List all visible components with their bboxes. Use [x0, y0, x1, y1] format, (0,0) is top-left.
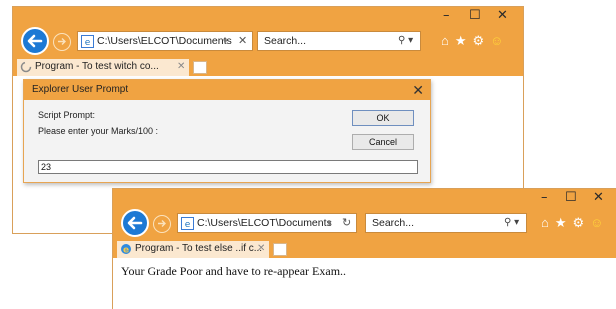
- back-button[interactable]: [21, 27, 49, 55]
- title-bar: – ☐ ✕: [113, 189, 616, 209]
- prompt-dialog: Explorer User Prompt ✕ Script Prompt: Pl…: [23, 79, 431, 183]
- minimize-icon[interactable]: –: [541, 191, 548, 205]
- address-bar[interactable]: e C:\Users\ELCOT\Documents ▾ ↻: [177, 213, 357, 233]
- prompt-message: Please enter your Marks/100 :: [38, 126, 159, 136]
- toolbar-icons: ⌂ ★ ⚙ ☺: [541, 215, 609, 231]
- tab-title: Program - To test else ..if c...: [135, 243, 263, 254]
- svg-text:e: e: [85, 38, 91, 48]
- new-tab-button[interactable]: [193, 61, 207, 74]
- address-dropdown-icon[interactable]: ▾: [223, 32, 228, 50]
- minimize-icon[interactable]: –: [443, 9, 450, 23]
- home-icon[interactable]: ⌂: [441, 33, 449, 48]
- close-icon[interactable]: ✕: [412, 80, 424, 100]
- smiley-feedback-icon[interactable]: ☺: [490, 33, 503, 48]
- prompt-input[interactable]: 23: [38, 160, 418, 174]
- title-bar: – ☐ ✕: [13, 7, 523, 27]
- settings-gear-icon[interactable]: ⚙: [573, 215, 585, 230]
- address-text: C:\Users\ELCOT\Documents: [197, 217, 332, 229]
- home-icon[interactable]: ⌂: [541, 215, 549, 230]
- tab-active[interactable]: e Program - To test else ..if c... ✕: [117, 241, 269, 258]
- favorites-star-icon[interactable]: ★: [555, 215, 567, 230]
- ie-page-icon: e: [181, 217, 194, 230]
- tab-strip: e Program - To test else ..if c... ✕: [113, 239, 616, 258]
- loading-spinner-icon: [20, 61, 32, 73]
- search-icon[interactable]: ⚲ ▾: [398, 32, 413, 50]
- tab-close-icon[interactable]: ✕: [257, 241, 265, 257]
- page-content: Your Grade Poor and have to re-appear Ex…: [113, 258, 616, 309]
- close-icon[interactable]: ✕: [593, 191, 604, 205]
- address-dropdown-icon[interactable]: ▾: [327, 214, 332, 232]
- refresh-icon[interactable]: ↻: [342, 214, 351, 232]
- favorites-star-icon[interactable]: ★: [455, 33, 467, 48]
- dialog-title: Explorer User Prompt ✕: [24, 80, 430, 100]
- forward-arrow-icon: [158, 220, 166, 227]
- search-box[interactable]: Search... ⚲ ▾: [257, 31, 421, 51]
- stop-icon[interactable]: ✕: [238, 32, 247, 50]
- address-text: C:\Users\ELCOT\Documents: [97, 35, 232, 47]
- maximize-icon[interactable]: ☐: [469, 9, 481, 23]
- svg-text:e: e: [185, 220, 191, 230]
- toolbar-icons: ⌂ ★ ⚙ ☺: [441, 33, 509, 49]
- ok-button[interactable]: OK: [352, 110, 414, 126]
- settings-gear-icon[interactable]: ⚙: [473, 33, 485, 48]
- tab-active[interactable]: Program - To test witch co... ✕: [17, 59, 189, 76]
- forward-arrow-icon: [58, 38, 66, 45]
- search-input[interactable]: Search...: [264, 32, 306, 50]
- tab-close-icon[interactable]: ✕: [177, 59, 185, 75]
- search-icon[interactable]: ⚲ ▾: [504, 214, 519, 232]
- new-tab-button[interactable]: [273, 243, 287, 256]
- close-icon[interactable]: ✕: [497, 9, 508, 23]
- svg-text:e: e: [123, 246, 129, 256]
- result-message: Your Grade Poor and have to re-appear Ex…: [121, 264, 347, 278]
- dialog-title-text: Explorer User Prompt: [32, 84, 129, 95]
- browser-window-result: – ☐ ✕ e C:\Users\ELCOT\Documents ▾ ↻ Sea…: [112, 188, 616, 309]
- address-bar[interactable]: e C:\Users\ELCOT\Documents ▾ ✕: [77, 31, 253, 51]
- ie-page-icon: e: [81, 35, 94, 48]
- back-button[interactable]: [121, 209, 149, 237]
- forward-button[interactable]: [153, 215, 171, 233]
- smiley-feedback-icon[interactable]: ☺: [590, 215, 603, 230]
- script-prompt-label: Script Prompt:: [38, 110, 96, 120]
- navigation-bar: e C:\Users\ELCOT\Documents ▾ ↻ Search...…: [113, 209, 616, 239]
- ie-tab-icon: e: [121, 244, 131, 256]
- search-input[interactable]: Search...: [372, 214, 414, 232]
- forward-button[interactable]: [53, 33, 71, 51]
- back-arrow-icon: [27, 34, 43, 48]
- tab-title: Program - To test witch co...: [35, 61, 159, 72]
- tab-strip: Program - To test witch co... ✕: [13, 57, 523, 76]
- search-box[interactable]: Search... ⚲ ▾: [365, 213, 527, 233]
- navigation-bar: e C:\Users\ELCOT\Documents ▾ ✕ Search...…: [13, 27, 523, 57]
- maximize-icon[interactable]: ☐: [565, 191, 577, 205]
- back-arrow-icon: [127, 216, 143, 230]
- cancel-button[interactable]: Cancel: [352, 134, 414, 150]
